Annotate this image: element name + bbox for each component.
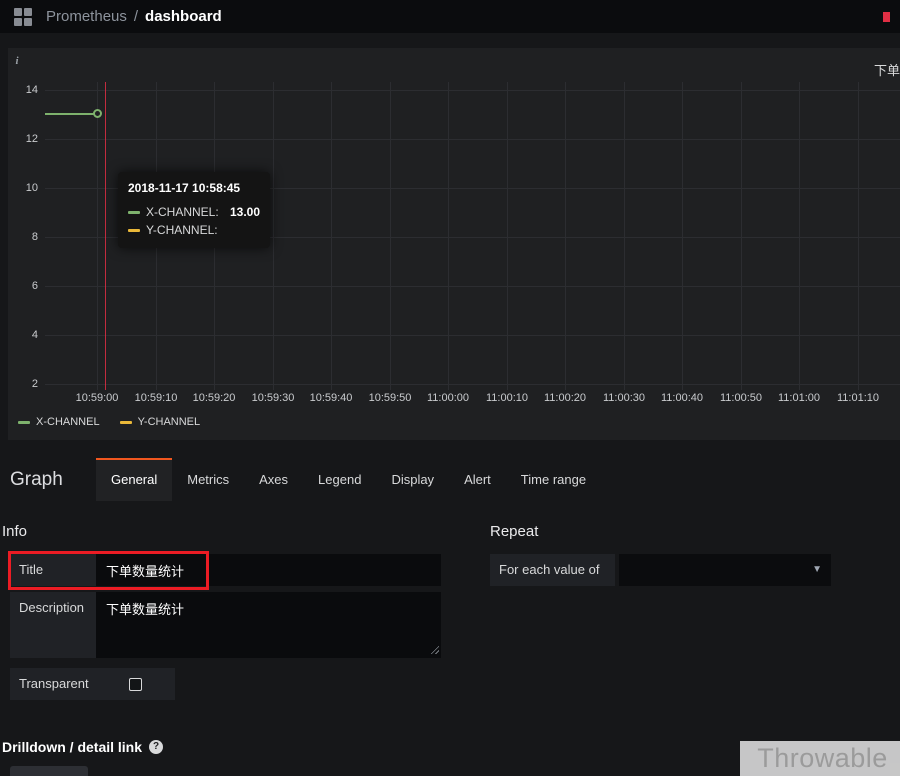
x-axis-tick: 11:00:10	[477, 392, 537, 404]
legend-label: Y-CHANNEL	[138, 416, 201, 428]
y-axis-tick: 2	[10, 376, 38, 392]
series-line-x-channel	[45, 113, 98, 115]
graph-panel: i 下单 14 12 10 8 6 4 2	[8, 48, 900, 440]
x-axis-tick: 10:59:30	[243, 392, 303, 404]
graph-tooltip: 2018-11-17 10:58:45 X-CHANNEL: 13.00 Y-C…	[118, 172, 270, 248]
y-axis-tick: 14	[10, 82, 38, 98]
page: Prometheus / dashboard i 下单 14 12 10 8 6…	[0, 0, 900, 776]
breadcrumb-separator: /	[134, 8, 138, 25]
gridline	[97, 82, 98, 390]
gridline	[565, 82, 566, 390]
series-color-dash-icon	[128, 229, 140, 232]
x-axis-tick: 10:59:40	[301, 392, 361, 404]
plot-area[interactable]: 10:59:00 10:59:10 10:59:20 10:59:30 10:5…	[45, 82, 900, 390]
gridline	[45, 286, 900, 287]
x-axis-tick: 11:00:20	[535, 392, 595, 404]
tooltip-row: X-CHANNEL: 13.00	[128, 203, 260, 221]
tab-alert[interactable]: Alert	[449, 458, 506, 501]
series-color-dash-icon	[18, 421, 30, 424]
crosshair-line	[105, 82, 106, 390]
y-axis-tick: 6	[10, 278, 38, 294]
gridline	[390, 82, 391, 390]
gridline	[331, 82, 332, 390]
x-axis-tick: 10:59:20	[184, 392, 244, 404]
watermark: Throwable	[740, 741, 900, 776]
tab-time-range[interactable]: Time range	[506, 458, 601, 501]
gridline	[799, 82, 800, 390]
gridline	[45, 384, 900, 385]
tooltip-series-label: Y-CHANNEL:	[146, 223, 218, 237]
gridline	[682, 82, 683, 390]
drilldown-section: Drilldown / detail link ?	[2, 739, 163, 755]
repeat-variable-dropdown[interactable]: ▼	[619, 554, 831, 586]
breadcrumb-root[interactable]: Prometheus	[46, 8, 127, 25]
x-axis-tick: 11:00:40	[652, 392, 712, 404]
panel-title[interactable]: 下单	[874, 60, 900, 79]
x-axis-tick: 11:00:00	[418, 392, 478, 404]
transparent-checkbox[interactable]	[129, 678, 142, 691]
breadcrumb-current[interactable]: dashboard	[145, 8, 222, 25]
legend-label: X-CHANNEL	[36, 416, 100, 428]
description-field-label: Description	[10, 592, 96, 658]
tab-display[interactable]: Display	[376, 458, 449, 501]
gridline	[741, 82, 742, 390]
y-axis-tick: 4	[10, 327, 38, 343]
help-icon[interactable]: ?	[149, 740, 163, 754]
drilldown-heading: Drilldown / detail link	[2, 739, 142, 755]
title-field-label: Title	[10, 554, 96, 586]
y-axis-tick: 8	[10, 229, 38, 245]
tooltip-series-label: X-CHANNEL:	[146, 205, 219, 219]
description-textarea[interactable]: 下单数量统计	[96, 592, 441, 658]
series-color-dash-icon	[120, 421, 132, 424]
gridline	[858, 82, 859, 390]
editor-tab-bar: General Metrics Axes Legend Display Aler…	[96, 458, 601, 501]
series-color-dash-icon	[128, 211, 140, 214]
transparent-switch-cell	[96, 668, 175, 700]
graph-legend: X-CHANNEL Y-CHANNEL	[18, 416, 200, 428]
gridline	[507, 82, 508, 390]
x-axis-tick: 11:01:10	[828, 392, 888, 404]
partial-button[interactable]	[10, 766, 88, 776]
tab-legend[interactable]: Legend	[303, 458, 376, 501]
gridline	[45, 90, 900, 91]
tooltip-timestamp: 2018-11-17 10:58:45	[128, 181, 260, 195]
x-axis-tick: 1	[886, 392, 900, 404]
gridline	[45, 139, 900, 140]
info-section-heading: Info	[2, 523, 27, 540]
y-axis-tick: 10	[10, 180, 38, 196]
legend-item-y-channel[interactable]: Y-CHANNEL	[120, 416, 201, 428]
tooltip-series-value: 13.00	[230, 205, 260, 219]
tooltip-row: Y-CHANNEL:	[128, 221, 260, 239]
panel-editor: Graph General Metrics Axes Legend Displa…	[0, 443, 900, 776]
x-axis-tick: 10:59:50	[360, 392, 420, 404]
repeat-section-heading: Repeat	[490, 523, 538, 540]
x-axis-tick: 11:00:30	[594, 392, 654, 404]
x-axis-tick: 10:59:10	[126, 392, 186, 404]
gridline	[45, 335, 900, 336]
top-nav: Prometheus / dashboard	[0, 0, 900, 33]
x-axis-tick: 11:01:00	[769, 392, 829, 404]
for-each-value-label: For each value of	[490, 554, 615, 586]
tab-metrics[interactable]: Metrics	[172, 458, 244, 501]
transparent-field-label: Transparent	[10, 668, 96, 700]
x-axis-tick: 10:59:00	[67, 392, 127, 404]
editor-panel-type-title: Graph	[10, 458, 63, 501]
gridline	[273, 82, 274, 390]
panel-info-icon[interactable]: i	[10, 54, 24, 68]
x-axis-tick: 11:00:50	[711, 392, 771, 404]
tab-general[interactable]: General	[96, 458, 172, 501]
grid-icon[interactable]	[14, 8, 32, 26]
gridline	[448, 82, 449, 390]
legend-item-x-channel[interactable]: X-CHANNEL	[18, 416, 100, 428]
title-input[interactable]	[96, 554, 441, 586]
y-axis-tick: 12	[10, 131, 38, 147]
data-point-marker	[93, 109, 102, 118]
gridline	[624, 82, 625, 390]
red-indicator	[883, 12, 890, 22]
tab-axes[interactable]: Axes	[244, 458, 303, 501]
chevron-down-icon: ▼	[812, 554, 822, 586]
